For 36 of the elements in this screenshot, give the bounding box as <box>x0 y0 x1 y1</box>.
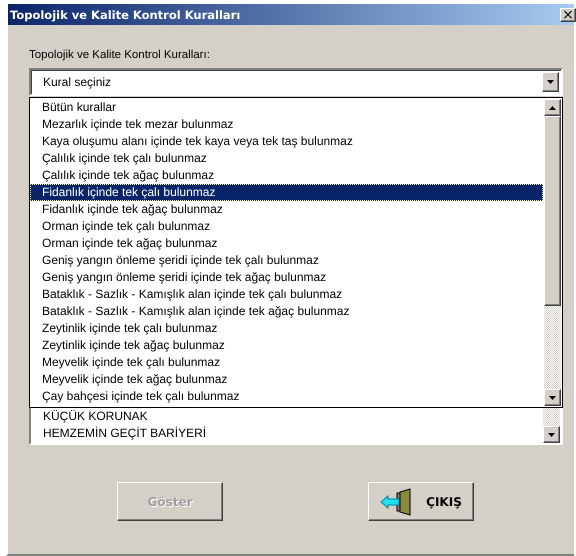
dropdown-item[interactable]: Çay bahçesi içinde tek çalı bulunmaz <box>30 388 543 405</box>
dropdown-item[interactable]: Bataklık - Sazlık - Kamışlık alan içinde tek çalı bulunmaz <box>30 286 543 303</box>
dropdown-item[interactable]: Mezarlık içinde tek mezar bulunmaz <box>30 116 543 133</box>
dropdown-item[interactable]: Orman içinde tek ağaç bulunmaz <box>30 235 543 252</box>
feature-list-box[interactable]: KÜÇÜK KORUNAK HEMZEMİN GEÇİT BARİYERİ <box>29 408 563 445</box>
scroll-down-button[interactable] <box>544 389 561 406</box>
rules-label: Topolojik ve Kalite Kontrol Kuralları: <box>29 49 211 63</box>
dropdown-item[interactable]: Kaya oluşumu alanı içinde tek kaya veya tek taş bulunmaz <box>30 133 543 150</box>
dropdown-item[interactable]: Çalılık içinde tek ağaç bulunmaz <box>30 167 543 184</box>
dropdown-item[interactable]: Zeytinlik içinde tek çalı bulunmaz <box>30 320 543 337</box>
combo-value: Kural seçiniz <box>42 75 112 89</box>
dropdown-item[interactable]: Bataklık - Sazlık - Kamışlık alan içinde tek ağaç bulunmaz <box>30 303 543 320</box>
dropdown-item[interactable]: Fidanlık içinde tek ağaç bulunmaz <box>30 201 543 218</box>
scroll-up-button[interactable] <box>544 99 561 116</box>
window-title: Topolojik ve Kalite Kontrol Kuralları <box>10 8 240 22</box>
scroll-down-button[interactable] <box>543 426 560 443</box>
dropdown-item[interactable]: Meyvelik içinde tek ağaç bulunmaz <box>30 371 543 388</box>
dropdown-item[interactable]: Zeytinlik içinde tek ağaç bulunmaz <box>30 337 543 354</box>
rule-combo-box[interactable]: Kural seçiniz <box>29 68 563 96</box>
dropdown-item[interactable]: Meyvelik içinde tek çalı bulunmaz <box>30 354 543 371</box>
dropdown-item[interactable]: Bütün kurallar <box>30 99 543 116</box>
dropdown-item[interactable]: Orman içinde tek çalı bulunmaz <box>30 218 543 235</box>
exit-button[interactable]: ÇIKIŞ <box>368 482 474 521</box>
caret-icon <box>549 396 556 400</box>
dropdown-button[interactable] <box>542 72 559 92</box>
caret-icon <box>548 432 555 436</box>
close-button[interactable]: × <box>560 8 576 22</box>
caret-icon <box>547 80 554 84</box>
dropdown-item[interactable]: Geniş yangın önleme şeridi içinde tek çalı bulunmaz <box>30 252 543 269</box>
list-item[interactable]: HEMZEMİN GEÇİT BARİYERİ <box>43 425 206 442</box>
list-item[interactable]: KÜÇÜK KORUNAK <box>43 408 206 425</box>
dropdown-item[interactable]: Geniş yangın önleme şeridi içinde tek ağaç bulunmaz <box>30 269 543 286</box>
dropdown-item[interactable]: Çalılık içinde tek çalı bulunmaz <box>30 150 543 167</box>
scroll-thumb[interactable] <box>544 116 561 306</box>
dropdown-item[interactable]: Fidanlık içinde tek çalı bulunmaz <box>30 184 543 201</box>
caret-icon <box>549 106 556 110</box>
